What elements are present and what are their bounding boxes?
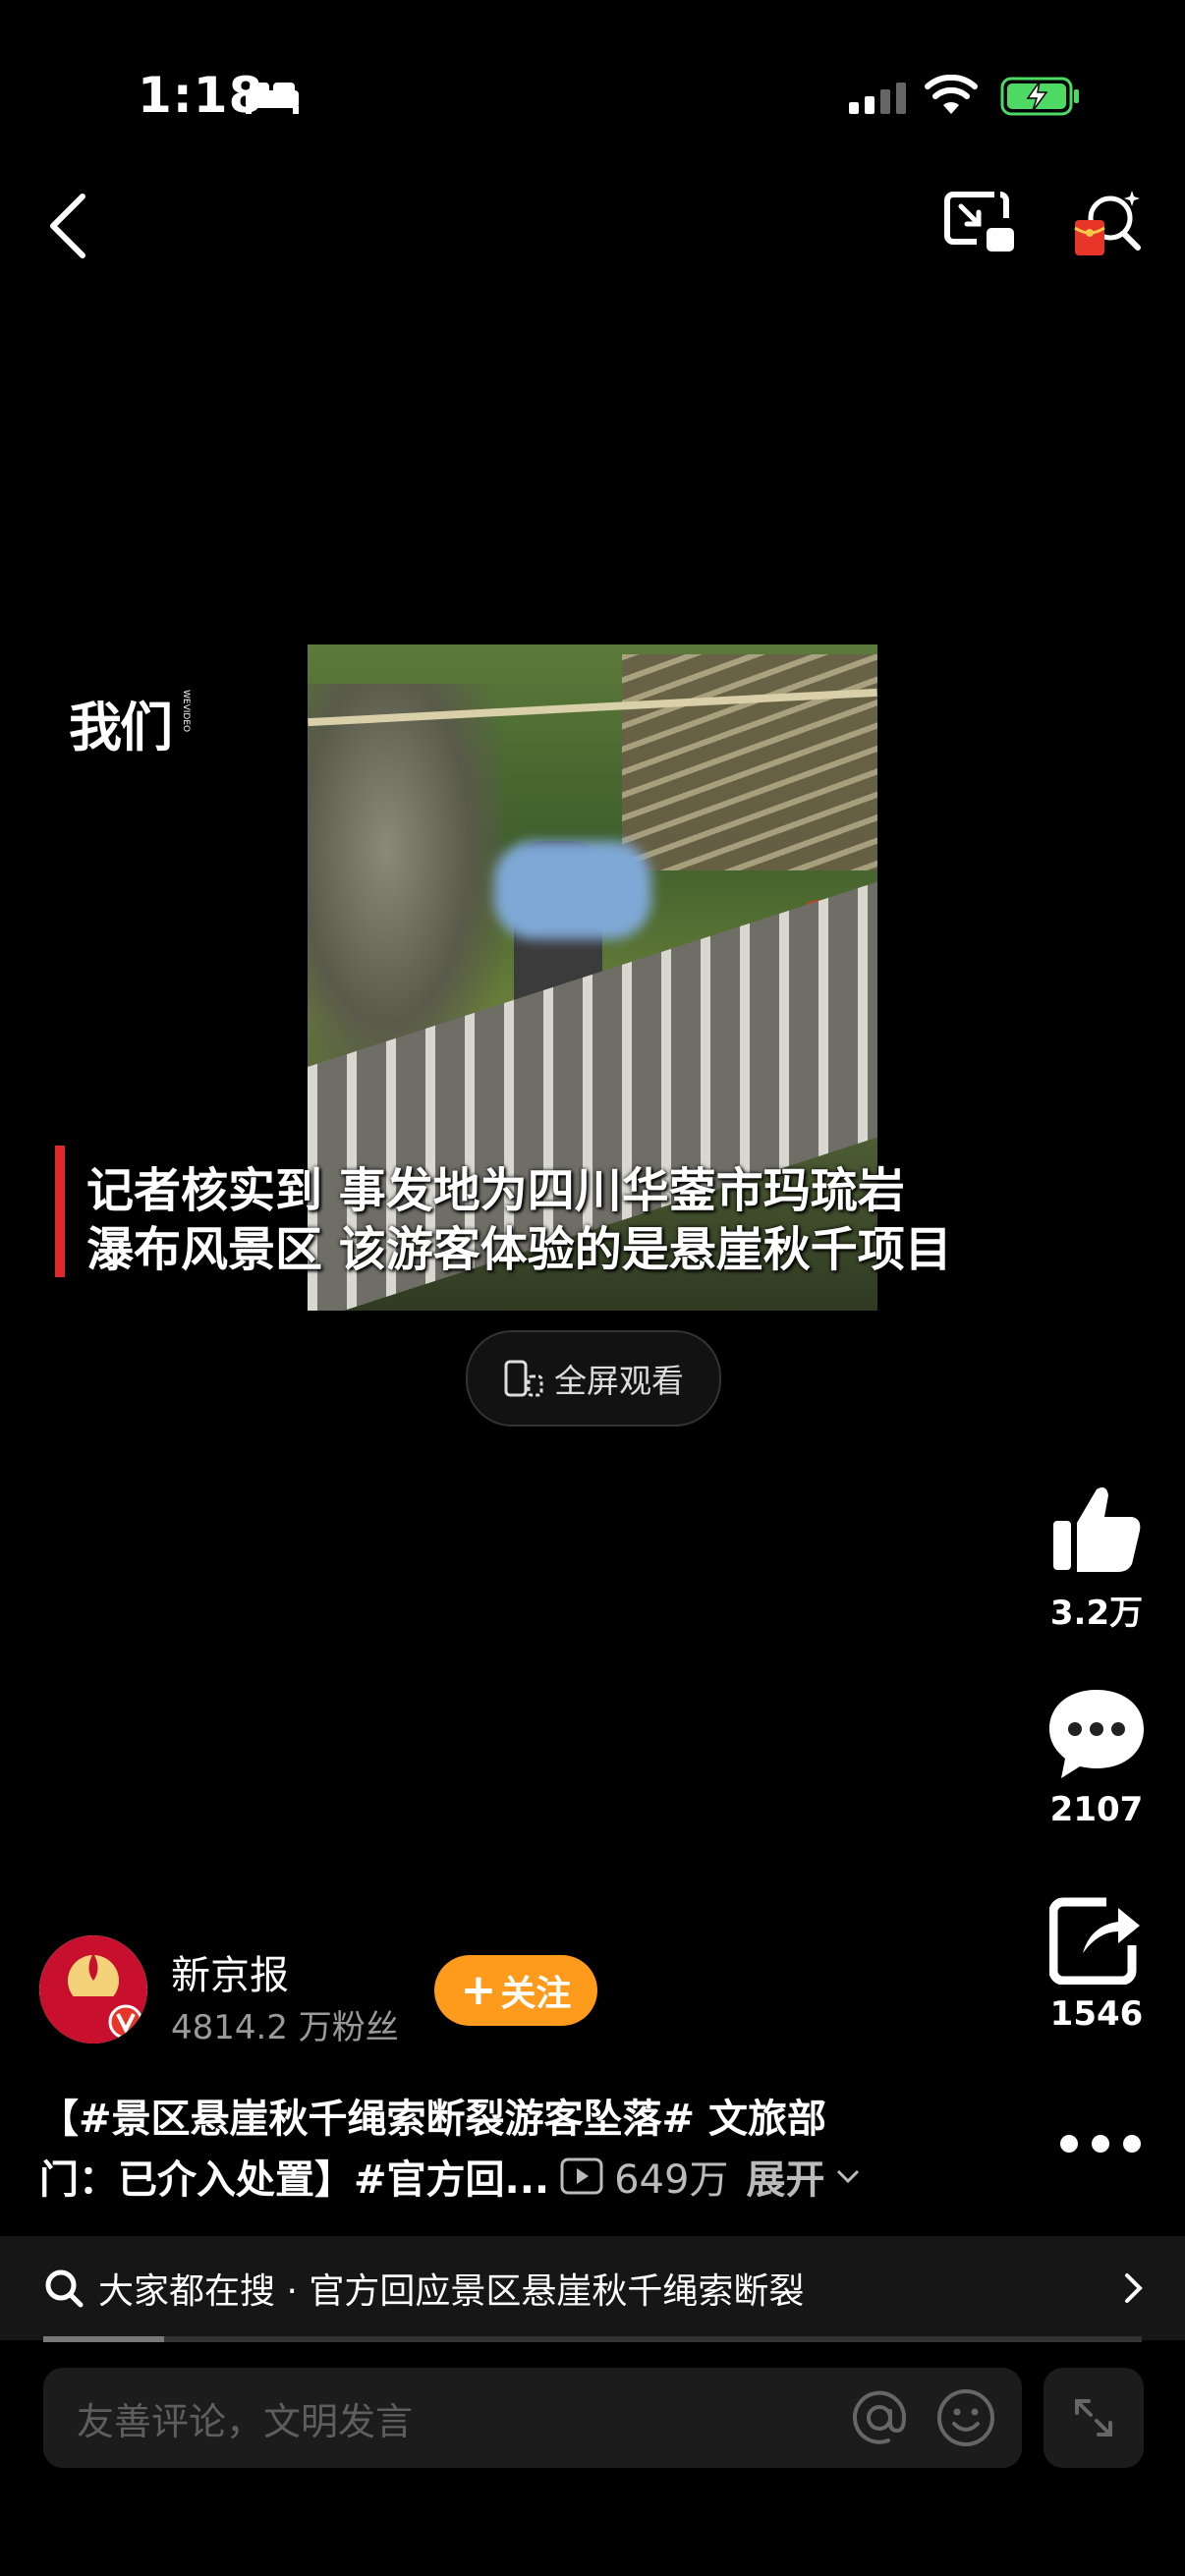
share-button[interactable]: 1546 <box>1040 1896 1154 2034</box>
fullscreen-label: 全屏观看 <box>554 1362 684 1400</box>
video-watermark-logo: 我们 <box>69 697 173 758</box>
comment-bubble-icon <box>1049 1690 1144 1778</box>
caption-line-2[interactable]: 门：已介入处置】#官方回... 649万 展开 <box>39 2148 862 2205</box>
more-options-icon[interactable] <box>1051 2116 1150 2171</box>
comment-count: 2107 <box>1049 1790 1144 1829</box>
emoji-icon[interactable] <box>935 2387 996 2448</box>
picture-in-picture-icon[interactable] <box>943 189 1018 257</box>
chevron-right-icon <box>1125 2273 1143 2303</box>
xinjingbao-logo <box>39 1935 147 2044</box>
caption-line-1[interactable]: 【#景区悬崖秋千绳索断裂游客坠落# 文旅部 <box>39 2087 826 2144</box>
author-name[interactable]: 新京报 <box>171 1943 289 2000</box>
expand-caption-button[interactable]: 展开 <box>746 2148 824 2205</box>
thumbs-up-icon <box>1053 1487 1141 1572</box>
hot-search-text: 大家都在搜 · 官方回应景区悬崖秋千绳索断裂 <box>98 2271 805 2312</box>
signal-icon <box>849 83 906 114</box>
expand-icon <box>1075 2399 1112 2436</box>
video-watermark-sub: WEVIDEO <box>181 690 191 733</box>
view-count: 649万 <box>614 2157 729 2203</box>
play-count-icon <box>560 2157 603 2195</box>
author-avatar[interactable] <box>39 1935 147 2044</box>
share-count: 1546 <box>1049 1994 1144 2034</box>
rotate-phone-icon <box>504 1360 543 1397</box>
comment-input[interactable]: 友善评论，文明发言 <box>43 2368 1022 2468</box>
caption-text-1: 【#景区悬崖秋千绳索断裂游客坠落# 文旅部 <box>39 2097 826 2142</box>
follow-button[interactable]: + 关注 <box>434 1955 597 2026</box>
follow-label: 关注 <box>500 1974 572 2014</box>
video-progress-fill <box>43 2336 164 2342</box>
comment-placeholder: 友善评论，文明发言 <box>77 2399 414 2443</box>
video-progress-track[interactable] <box>43 2336 1142 2342</box>
caption-text-2: 门：已介入处置】#官方回... <box>39 2157 550 2203</box>
like-count: 3.2万 <box>1049 1594 1144 1633</box>
battery-charging-icon <box>1000 77 1079 116</box>
like-button[interactable]: 3.2万 <box>1040 1482 1154 1634</box>
expand-input-button[interactable] <box>1044 2368 1144 2468</box>
fullscreen-button[interactable]: 全屏观看 <box>466 1330 721 1427</box>
red-packet-search-icon[interactable] <box>1071 187 1146 261</box>
back-button[interactable] <box>35 187 104 265</box>
hot-search-bar[interactable]: 大家都在搜 · 官方回应景区悬崖秋千绳索断裂 <box>0 2236 1185 2340</box>
wifi-icon <box>925 75 978 114</box>
share-icon <box>1048 1897 1140 1986</box>
subtitle-accent-bar <box>55 1146 65 1277</box>
chevron-down-icon <box>837 2169 860 2184</box>
at-mention-icon[interactable] <box>851 2389 908 2446</box>
comment-button[interactable]: 2107 <box>1040 1686 1154 1829</box>
sleep-mode-icon <box>246 83 299 114</box>
author-fans-count: 4814.2 万粉丝 <box>171 2008 399 2047</box>
video-subtitle-line-2: 瀑布风景区 该游客体验的是悬崖秋千项目 <box>86 1222 952 1277</box>
search-icon <box>45 2269 84 2308</box>
plus-icon: + <box>460 1965 497 2015</box>
